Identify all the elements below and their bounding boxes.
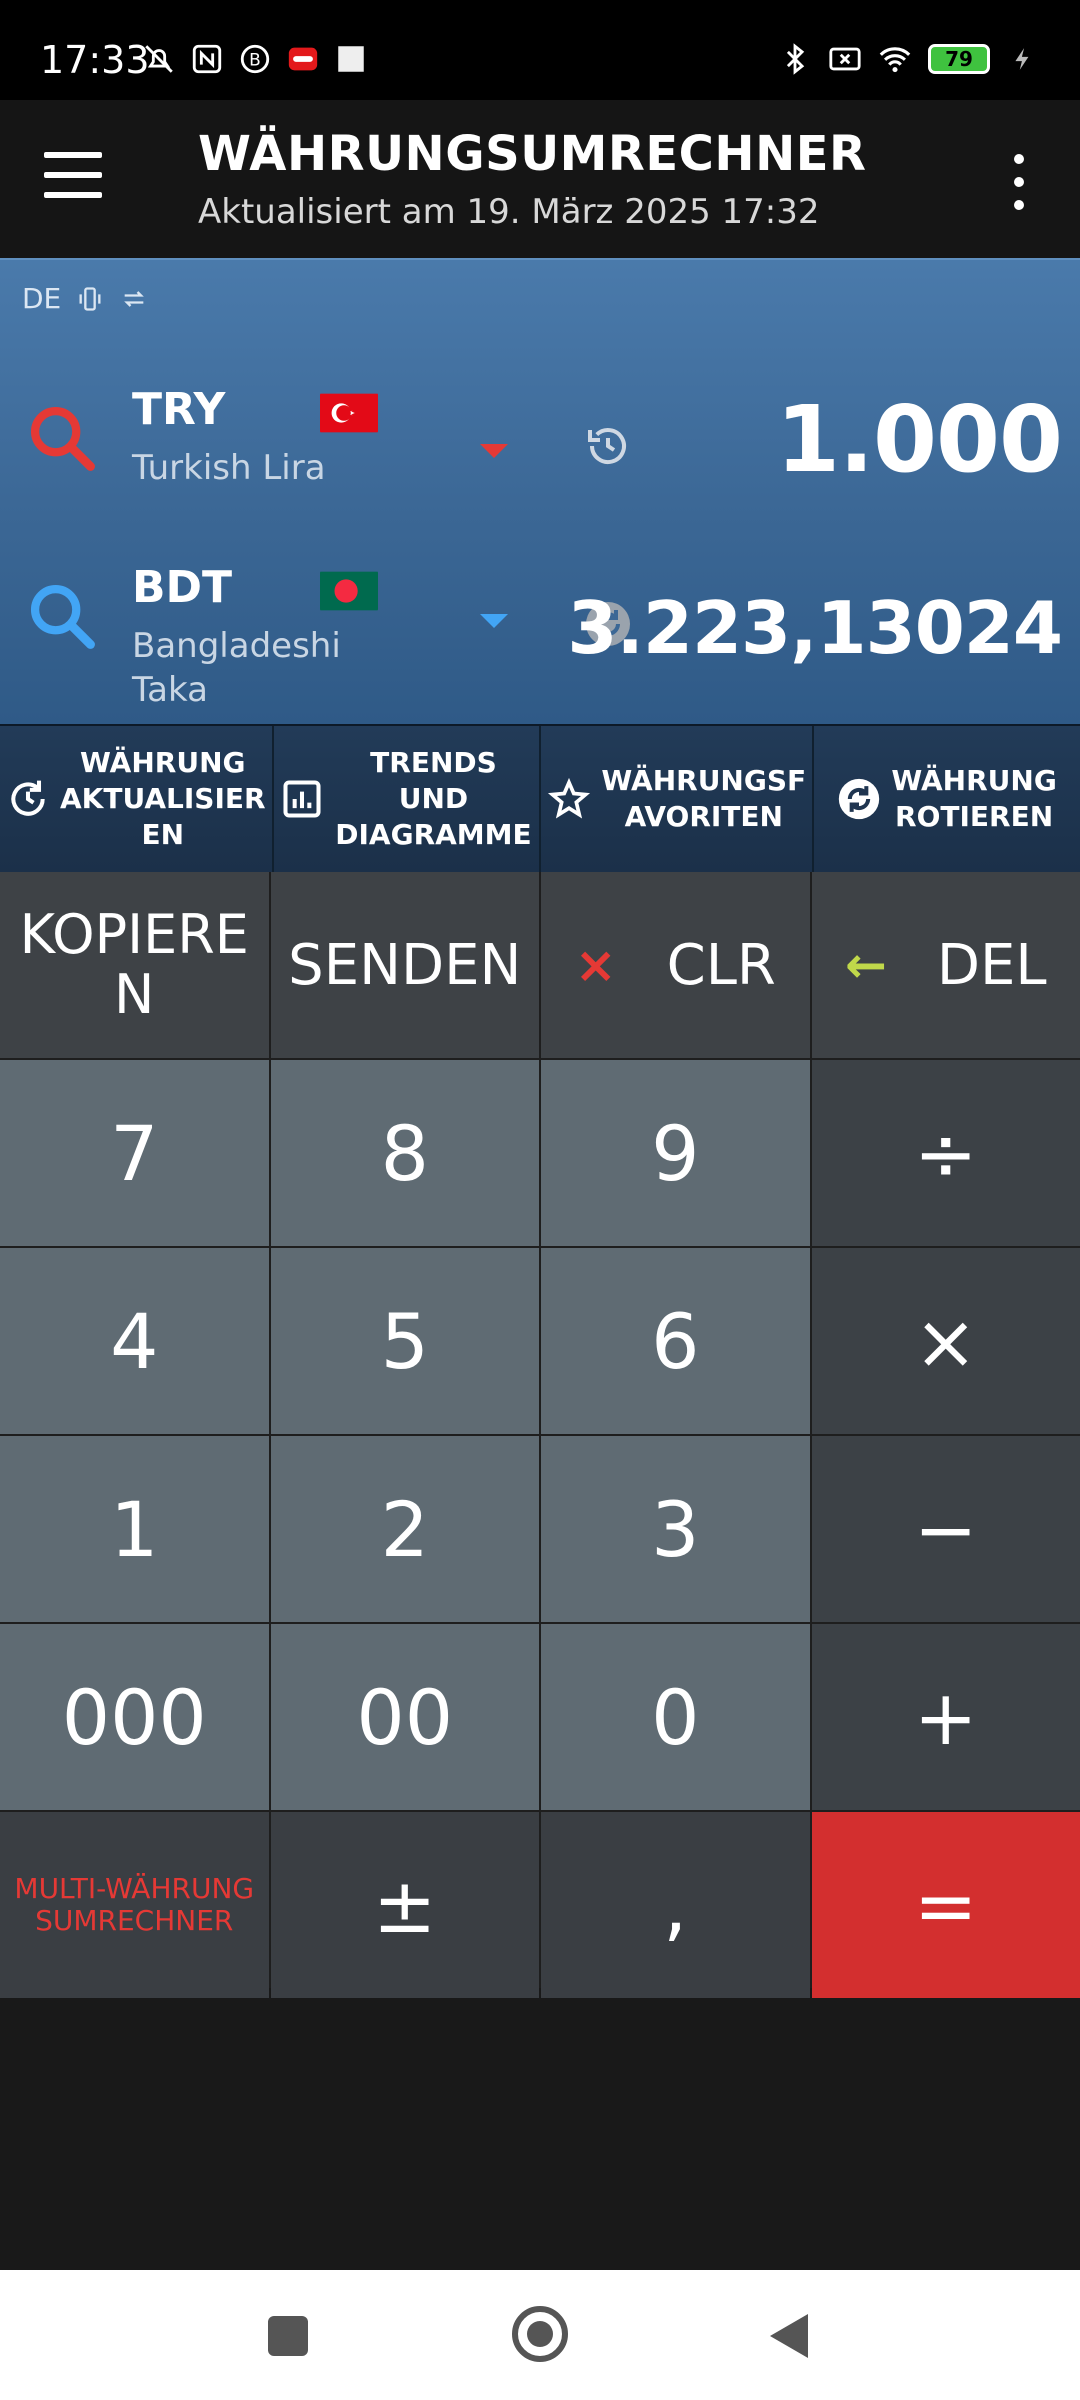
bluetooth-icon (778, 42, 812, 76)
from-amount[interactable]: 1.000 (776, 386, 1063, 493)
rotate-icon (839, 778, 880, 820)
locale-row: DE (22, 282, 149, 315)
multi-currency-converter-button[interactable]: MULTI-WÄHRUNG SUMRECHNER (0, 1812, 269, 1998)
refresh-clock-icon (11, 780, 45, 816)
recents-icon[interactable] (268, 2316, 308, 2356)
status-icons-left: B (142, 42, 368, 76)
keypad: KOPIERE N SENDEN × CLR ← DEL 7 8 9 ÷ 4 5… (0, 872, 1080, 1998)
back-icon[interactable] (770, 2314, 808, 2358)
bell-off-icon (142, 42, 176, 76)
search-icon[interactable] (24, 578, 100, 654)
to-dropdown-icon[interactable] (480, 614, 508, 628)
app-bar: WÄHRUNGSUMRECHNER Aktualisiert am 19. Mä… (0, 100, 1080, 258)
wifi-icon (878, 42, 912, 76)
key-5[interactable]: 5 (270, 1248, 539, 1434)
key-4[interactable]: 4 (0, 1248, 269, 1434)
square-icon (334, 42, 368, 76)
from-currency-row[interactable]: TRY Turkish Lira 1.000 (0, 370, 1080, 520)
key-1[interactable]: 1 (0, 1436, 269, 1622)
equals-button[interactable]: = (811, 1812, 1080, 1998)
clear-label: CLR (666, 932, 776, 998)
to-currency-code[interactable]: BDT (132, 562, 232, 613)
close-icon: × (574, 936, 617, 994)
delete-label: DEL (936, 932, 1047, 998)
status-time: 17:33 (40, 38, 150, 82)
multiply-button[interactable]: × (811, 1248, 1080, 1434)
from-currency-name: Turkish Lira (132, 448, 326, 488)
system-nav-bar (0, 2270, 1080, 2400)
key-000[interactable]: 000 (0, 1624, 269, 1810)
charging-icon (1006, 42, 1040, 76)
plus-minus-button[interactable]: ± (270, 1812, 539, 1998)
favorites-label: WÄHRUNGSF AVORITEN (601, 764, 807, 833)
nfc-icon (190, 42, 224, 76)
trends-charts-button[interactable]: TRENDS UND DIAGRAMME (273, 726, 542, 872)
key-6[interactable]: 6 (541, 1248, 810, 1434)
key-00[interactable]: 00 (270, 1624, 539, 1810)
key-2[interactable]: 2 (270, 1436, 539, 1622)
history-icon[interactable] (584, 422, 632, 470)
no-sim-icon (828, 42, 862, 76)
converter-panel: DE TRY Turkish Lira 1.000 BDT Bangladesh… (0, 258, 1080, 724)
from-dropdown-icon[interactable] (480, 444, 508, 458)
plus-button[interactable]: + (811, 1624, 1080, 1810)
key-9[interactable]: 9 (541, 1060, 810, 1246)
key-8[interactable]: 8 (270, 1060, 539, 1246)
locale-label: DE (22, 282, 62, 315)
last-updated: Aktualisiert am 19. März 2025 17:32 (198, 192, 820, 232)
app-title: WÄHRUNGSUMRECHNER (198, 126, 867, 182)
minus-button[interactable]: − (811, 1436, 1080, 1622)
copy-button[interactable]: KOPIERE N (0, 872, 269, 1058)
to-currency-row[interactable]: BDT Bangladeshi Taka 3.223,13024 (0, 548, 1080, 718)
send-button[interactable]: SENDEN (270, 872, 539, 1058)
turkey-flag-icon (320, 393, 378, 433)
bangladesh-flag-icon (320, 571, 378, 611)
vibrate-icon[interactable] (75, 285, 105, 313)
action-strip: WÄHRUNG AKTUALISIER EN TRENDS UND DIAGRA… (0, 724, 1080, 872)
home-icon[interactable] (512, 2306, 568, 2362)
more-options-icon[interactable] (1004, 154, 1034, 210)
svg-text:B: B (249, 50, 261, 70)
update-currency-label: WÄHRUNG AKTUALISIER EN (60, 746, 266, 851)
key-7[interactable]: 7 (0, 1060, 269, 1246)
status-icons-right: 79 (778, 42, 1040, 76)
status-bar: 17:33 B 79 (0, 0, 1080, 100)
from-currency-code[interactable]: TRY (132, 384, 225, 435)
search-icon[interactable] (24, 400, 100, 476)
clear-button[interactable]: × CLR (541, 872, 810, 1058)
to-amount: 3.223,13024 (567, 586, 1063, 670)
key-0[interactable]: 0 (541, 1624, 810, 1810)
key-3[interactable]: 3 (541, 1436, 810, 1622)
arrow-left-icon: ← (844, 936, 887, 994)
divide-button[interactable]: ÷ (811, 1060, 1080, 1246)
swap-direction-icon[interactable] (119, 285, 149, 313)
update-currency-button[interactable]: WÄHRUNG AKTUALISIER EN (0, 726, 274, 872)
hamburger-menu-icon[interactable] (44, 152, 102, 198)
b-badge-icon: B (238, 42, 272, 76)
star-icon (548, 777, 591, 819)
rotate-currency-label: WÄHRUNG ROTIEREN (891, 764, 1057, 833)
rotate-currency-button[interactable]: WÄHRUNG ROTIEREN (814, 726, 1080, 872)
favorites-button[interactable]: WÄHRUNGSF AVORITEN (541, 726, 815, 872)
otto-app-icon (286, 42, 320, 76)
to-currency-name: Bangladeshi Taka (132, 626, 341, 710)
battery-icon: 79 (928, 44, 990, 74)
trends-charts-label: TRENDS UND DIAGRAMME (335, 746, 532, 851)
delete-button[interactable]: ← DEL (811, 872, 1080, 1058)
chart-icon (283, 780, 321, 818)
comma-button[interactable]: , (541, 1812, 810, 1998)
